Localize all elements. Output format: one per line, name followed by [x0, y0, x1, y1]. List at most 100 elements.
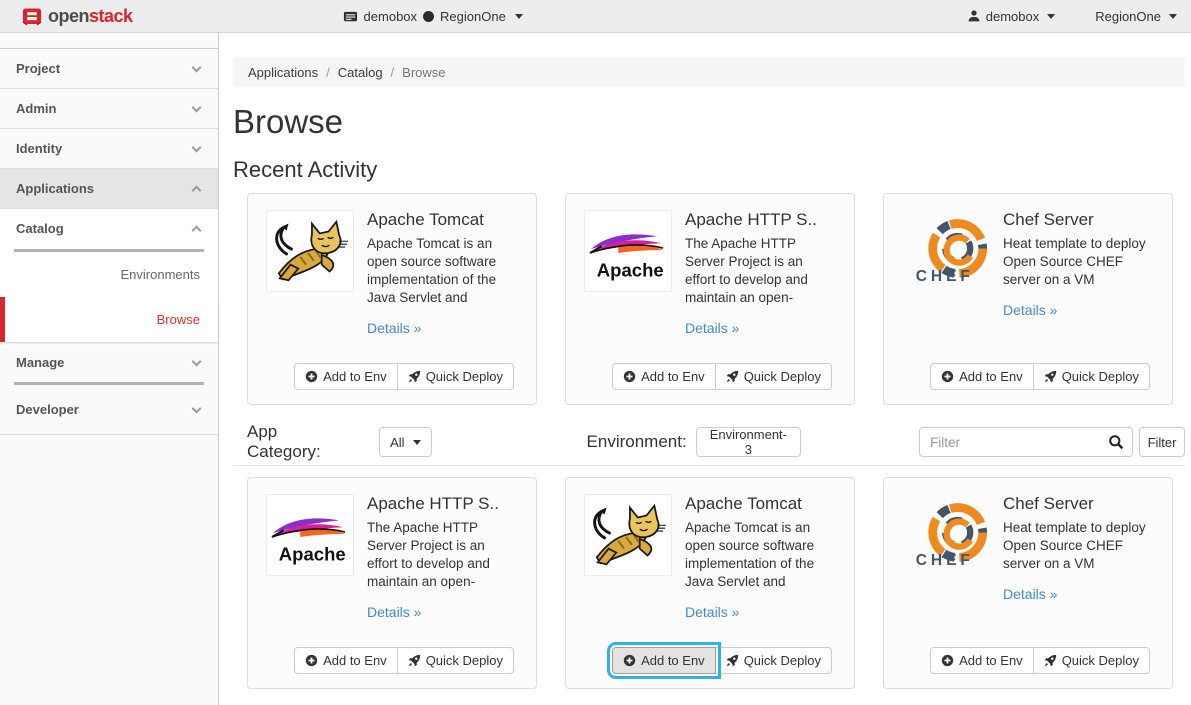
region-dot-icon [423, 11, 434, 22]
app-title: Chef Server [1003, 210, 1154, 230]
switcher-region-label: RegionOne [440, 9, 506, 24]
app-title: Apache HTTP S.. [367, 494, 518, 514]
chevron-up-icon [192, 225, 202, 235]
openstack-logo[interactable]: openstack [22, 6, 133, 27]
filter-bar: App Category: All Environment: Environme… [233, 427, 1185, 457]
app-title: Apache Tomcat [685, 494, 836, 514]
chevron-down-icon [192, 102, 202, 112]
filter-search-input[interactable] [919, 427, 1133, 457]
app-title: Apache HTTP S.. [685, 210, 836, 230]
user-menu-label: demobox [986, 9, 1039, 24]
button-label: Quick Deploy [744, 369, 821, 384]
openstack-logo-icon [22, 6, 42, 26]
add-to-env-button[interactable]: Add to Env [294, 363, 398, 390]
rocket-icon [1044, 654, 1057, 667]
quick-deploy-button[interactable]: Quick Deploy [397, 647, 514, 674]
app-description: Apache Tomcat is an open source software… [685, 519, 836, 591]
environment-select-button[interactable]: Environment-3 [696, 427, 801, 457]
chevron-down-icon [413, 440, 421, 445]
project-region-switcher[interactable]: demobox RegionOne [343, 9, 523, 24]
catalog-results-row: Apache Apache HTTP S.. The Apache HTTP S… [247, 477, 1185, 689]
quick-deploy-button[interactable]: Quick Deploy [1033, 647, 1150, 674]
plus-circle-icon [305, 370, 318, 383]
app-description: Heat template to deploy Open Source CHEF… [1003, 235, 1154, 289]
plus-circle-icon [305, 654, 318, 667]
sidebar-item-label: Manage [16, 355, 64, 370]
rocket-icon [408, 370, 421, 383]
app-card-tomcat: Apache Tomcat Apache Tomcat is an open s… [247, 193, 537, 405]
plus-circle-icon [941, 370, 954, 383]
details-link[interactable]: Details » [685, 320, 739, 336]
sidebar-item-label: Admin [16, 101, 56, 116]
apache-logo-icon: Apache [584, 210, 672, 292]
sidebar-item-browse[interactable]: Browse [0, 297, 218, 342]
sidebar-top-stub [0, 33, 218, 49]
chef-logo-text: CHEF [916, 268, 974, 285]
add-to-env-button[interactable]: Add to Env [930, 647, 1034, 674]
app-card-chef: CHEF Chef Server Heat template to deploy… [883, 193, 1173, 405]
app-title: Apache Tomcat [367, 210, 518, 230]
button-label: Filter [1148, 435, 1177, 450]
sidebar-item-manage[interactable]: Manage [0, 342, 218, 382]
main-content: Applications / Catalog / Browse Browse R… [219, 33, 1191, 705]
sidebar-item-label: Catalog [16, 221, 64, 236]
add-to-env-button-highlighted[interactable]: Add to Env [612, 647, 716, 674]
app-description: The Apache HTTP Server Project is an eff… [367, 519, 518, 591]
chevron-down-icon [1169, 14, 1177, 19]
chevron-down-icon [1047, 14, 1055, 19]
sidebar-item-project[interactable]: Project [0, 49, 218, 89]
add-to-env-button[interactable]: Add to Env [930, 363, 1034, 390]
add-to-env-button[interactable]: Add to Env [612, 363, 716, 390]
sidebar-item-identity[interactable]: Identity [0, 129, 218, 169]
sidebar-item-catalog[interactable]: Catalog [0, 209, 218, 249]
details-link[interactable]: Details » [685, 604, 739, 620]
sidebar-item-admin[interactable]: Admin [0, 89, 218, 129]
button-label: Add to Env [323, 653, 387, 668]
details-link[interactable]: Details » [367, 320, 421, 336]
button-label: Add to Env [959, 369, 1023, 384]
app-card-apache-http: Apache Apache HTTP S.. The Apache HTTP S… [565, 193, 855, 405]
details-link[interactable]: Details » [1003, 586, 1057, 602]
button-label: Add to Env [641, 369, 705, 384]
sidebar: Project Admin Identity Applications Cata… [0, 33, 219, 705]
app-card-tomcat: Apache Tomcat Apache Tomcat is an open s… [565, 477, 855, 689]
sidebar-item-applications[interactable]: Applications [0, 169, 218, 209]
sidebar-item-developer[interactable]: Developer [0, 385, 218, 435]
top-navbar: openstack demobox RegionOne demobox Regi… [0, 0, 1191, 33]
recent-activity-row: Apache Tomcat Apache Tomcat is an open s… [247, 193, 1185, 405]
app-card-apache-http: Apache Apache HTTP S.. The Apache HTTP S… [247, 477, 537, 689]
breadcrumb-browse: Browse [402, 65, 445, 80]
tomcat-logo-icon [266, 210, 354, 292]
apache-logo-icon: Apache [266, 494, 354, 576]
sidebar-item-label: Browse [157, 312, 200, 327]
button-label: Add to Env [959, 653, 1023, 668]
plus-circle-icon [623, 654, 636, 667]
region-menu[interactable]: RegionOne [1095, 9, 1177, 24]
sidebar-item-label: Applications [16, 181, 94, 196]
chevron-down-icon [192, 356, 202, 366]
sidebar-item-environments[interactable]: Environments [0, 252, 218, 297]
add-to-env-button[interactable]: Add to Env [294, 647, 398, 674]
chevron-down-icon [515, 14, 523, 19]
button-label: Quick Deploy [426, 369, 503, 384]
breadcrumb-catalog[interactable]: Catalog [338, 65, 383, 80]
user-menu[interactable]: demobox [967, 9, 1055, 24]
quick-deploy-button[interactable]: Quick Deploy [715, 647, 832, 674]
details-link[interactable]: Details » [367, 604, 421, 620]
sidebar-item-label: Environments [121, 267, 200, 282]
app-description: Apache Tomcat is an open source software… [367, 235, 518, 307]
app-category-dropdown[interactable]: All [379, 427, 431, 457]
quick-deploy-button[interactable]: Quick Deploy [715, 363, 832, 390]
search-icon [1108, 434, 1124, 450]
quick-deploy-button[interactable]: Quick Deploy [397, 363, 514, 390]
button-label: Quick Deploy [426, 653, 503, 668]
details-link[interactable]: Details » [1003, 302, 1057, 318]
brand-text: openstack [48, 6, 133, 27]
filter-submit-button[interactable]: Filter [1139, 427, 1185, 457]
apache-logo-text: Apache [597, 259, 664, 280]
rocket-icon [726, 654, 739, 667]
breadcrumb-applications[interactable]: Applications [248, 65, 318, 80]
environment-label: Environment: [587, 432, 687, 452]
button-label: Quick Deploy [1062, 369, 1139, 384]
quick-deploy-button[interactable]: Quick Deploy [1033, 363, 1150, 390]
